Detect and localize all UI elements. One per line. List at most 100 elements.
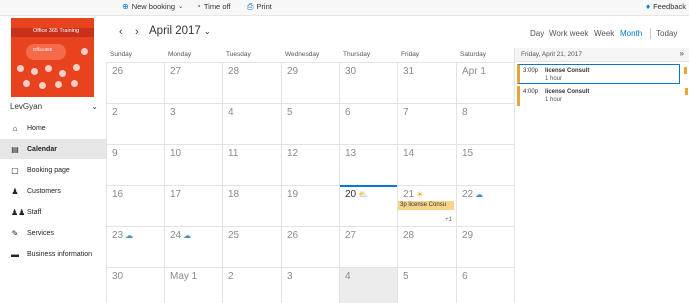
new-booking-button[interactable]: ⊕ New booking ⌄	[122, 2, 183, 11]
day-cell[interactable]: 31	[397, 62, 456, 103]
day-cell[interactable]: 16	[106, 185, 164, 226]
collapse-panel-icon[interactable]: »	[680, 49, 684, 58]
day-cell[interactable]: 22 ☁	[456, 185, 514, 226]
day-number: 27	[170, 66, 182, 77]
day-cell[interactable]: 7	[397, 103, 456, 144]
day-number: 18	[228, 189, 240, 200]
day-cell[interactable]: 23 ☁	[106, 226, 164, 267]
day-cell[interactable]: 21 ☀ 3p license Consu +1	[397, 185, 456, 226]
weekday-header: Wednesday	[285, 51, 320, 58]
sidebar-item-staff[interactable]: ♟♟ Staff	[0, 202, 106, 222]
day-cell[interactable]: May 1	[164, 267, 222, 303]
day-cell[interactable]: 18	[222, 185, 281, 226]
add-circle-icon: ⊕	[122, 1, 129, 11]
day-cell[interactable]: 3	[281, 267, 339, 303]
day-cell[interactable]: 4	[339, 267, 397, 303]
day-cell[interactable]: 27	[164, 62, 222, 103]
event-time: 3:00p	[523, 68, 539, 74]
day-number: 30	[112, 271, 124, 282]
time-off-button[interactable]: ◔ Time off	[196, 2, 231, 11]
day-number: 10	[170, 148, 182, 159]
day-cell[interactable]: 30	[339, 62, 397, 103]
more-events-link[interactable]: +1	[445, 217, 452, 223]
day-cell[interactable]: 24 ☁	[164, 226, 222, 267]
next-month-button[interactable]: ›	[135, 26, 139, 38]
day-number-wrap: 13	[345, 148, 356, 159]
day-cell[interactable]: 13	[339, 144, 397, 185]
day-cell[interactable]: Apr 1	[456, 62, 514, 103]
day-cell[interactable]: 14	[397, 144, 456, 185]
day-cell[interactable]: 8	[456, 103, 514, 144]
day-cell[interactable]: 6	[339, 103, 397, 144]
print-button[interactable]: ⎙ Print	[247, 2, 272, 11]
day-number: 30	[345, 66, 357, 77]
day-cell[interactable]: 2	[222, 267, 281, 303]
sidebar-item-business-information[interactable]: ▬ Business information	[0, 244, 106, 264]
sidebar-item-label: Customers	[27, 187, 61, 195]
sidebar-item-label: Booking page	[27, 166, 70, 174]
day-cell[interactable]: 20 ⛅	[339, 185, 397, 226]
day-cell[interactable]: 27	[339, 226, 397, 267]
day-number-wrap: 22 ☁	[462, 189, 483, 200]
day-cell[interactable]: 3	[164, 103, 222, 144]
calendar-event[interactable]: 3p license Consu	[398, 201, 454, 210]
day-number-wrap: 10	[170, 148, 181, 159]
day-cell[interactable]: 29	[281, 62, 339, 103]
sidebar-item-calendar[interactable]: ▤ Calendar	[0, 139, 106, 159]
sun-weather-icon: ☀	[416, 189, 424, 199]
chevron-down-icon: ⌄	[204, 27, 211, 36]
day-number-wrap: 21 ☀	[403, 189, 423, 200]
day-cell[interactable]: 9	[106, 144, 164, 185]
day-cell[interactable]: 28	[397, 226, 456, 267]
panel-event[interactable]: 3:00p license Consult 1 hour	[517, 64, 687, 84]
day-cell[interactable]: 4	[222, 103, 281, 144]
sidebar-item-home[interactable]: ⌂ Home	[0, 118, 106, 138]
day-cell[interactable]: 30	[106, 267, 164, 303]
day-number-wrap: May 1	[170, 271, 197, 282]
sidebar: Office 365 Training Office365 LevGyan ⌄ …	[0, 16, 106, 303]
feedback-button[interactable]: ♦ Feedback	[646, 2, 686, 11]
day-cell[interactable]: 15	[456, 144, 514, 185]
day-cell[interactable]: 2	[106, 103, 164, 144]
sidebar-item-booking-page[interactable]: ▢ Booking page	[0, 160, 106, 180]
month-title: April 2017	[149, 25, 201, 37]
view-week[interactable]: Week	[594, 29, 614, 38]
printer-icon: ⎙	[247, 1, 254, 11]
day-cell[interactable]: 29	[456, 226, 514, 267]
view-month[interactable]: Month	[620, 29, 642, 38]
day-cell[interactable]: 26	[281, 226, 339, 267]
day-number: 28	[228, 66, 240, 77]
day-number: 29	[287, 66, 299, 77]
sidebar-item-label: Staff	[27, 208, 42, 216]
day-cell[interactable]: 19	[281, 185, 339, 226]
sidebar-item-customers[interactable]: ♟ Customers	[0, 181, 106, 201]
event-title: license Consult	[545, 89, 590, 95]
day-number: 26	[287, 230, 299, 241]
event-status-bar	[684, 67, 687, 74]
day-cell[interactable]: 11	[222, 144, 281, 185]
day-cell[interactable]: 17	[164, 185, 222, 226]
day-cell[interactable]: 5	[397, 267, 456, 303]
sidebar-item-services[interactable]: ✎ Services	[0, 223, 106, 243]
day-number-wrap: 30	[345, 66, 356, 77]
previous-month-button[interactable]: ‹	[119, 26, 123, 38]
day-cell[interactable]: 25	[222, 226, 281, 267]
chevron-down-icon: ⌄	[91, 101, 98, 111]
day-cell[interactable]: 6	[456, 267, 514, 303]
day-cell[interactable]: 5	[281, 103, 339, 144]
day-cell[interactable]: 10	[164, 144, 222, 185]
view-divider	[650, 28, 651, 39]
panel-event[interactable]: 4:00p license Consult 1 hour	[517, 86, 688, 106]
month-picker[interactable]: April 2017 ⌄	[149, 25, 211, 37]
view-day[interactable]: Day	[530, 29, 544, 38]
business-name: LevGyan	[10, 101, 43, 111]
cloud-weather-icon: ☁	[183, 230, 192, 240]
view-work-week[interactable]: Work week	[549, 29, 588, 38]
weekday-header: Friday	[401, 51, 420, 58]
business-switcher[interactable]: LevGyan ⌄	[10, 100, 98, 112]
day-cell[interactable]: 12	[281, 144, 339, 185]
today-button[interactable]: Today	[656, 29, 677, 38]
sidebar-item-label: Calendar	[27, 145, 57, 153]
day-cell[interactable]: 28	[222, 62, 281, 103]
day-cell[interactable]: 26	[106, 62, 164, 103]
